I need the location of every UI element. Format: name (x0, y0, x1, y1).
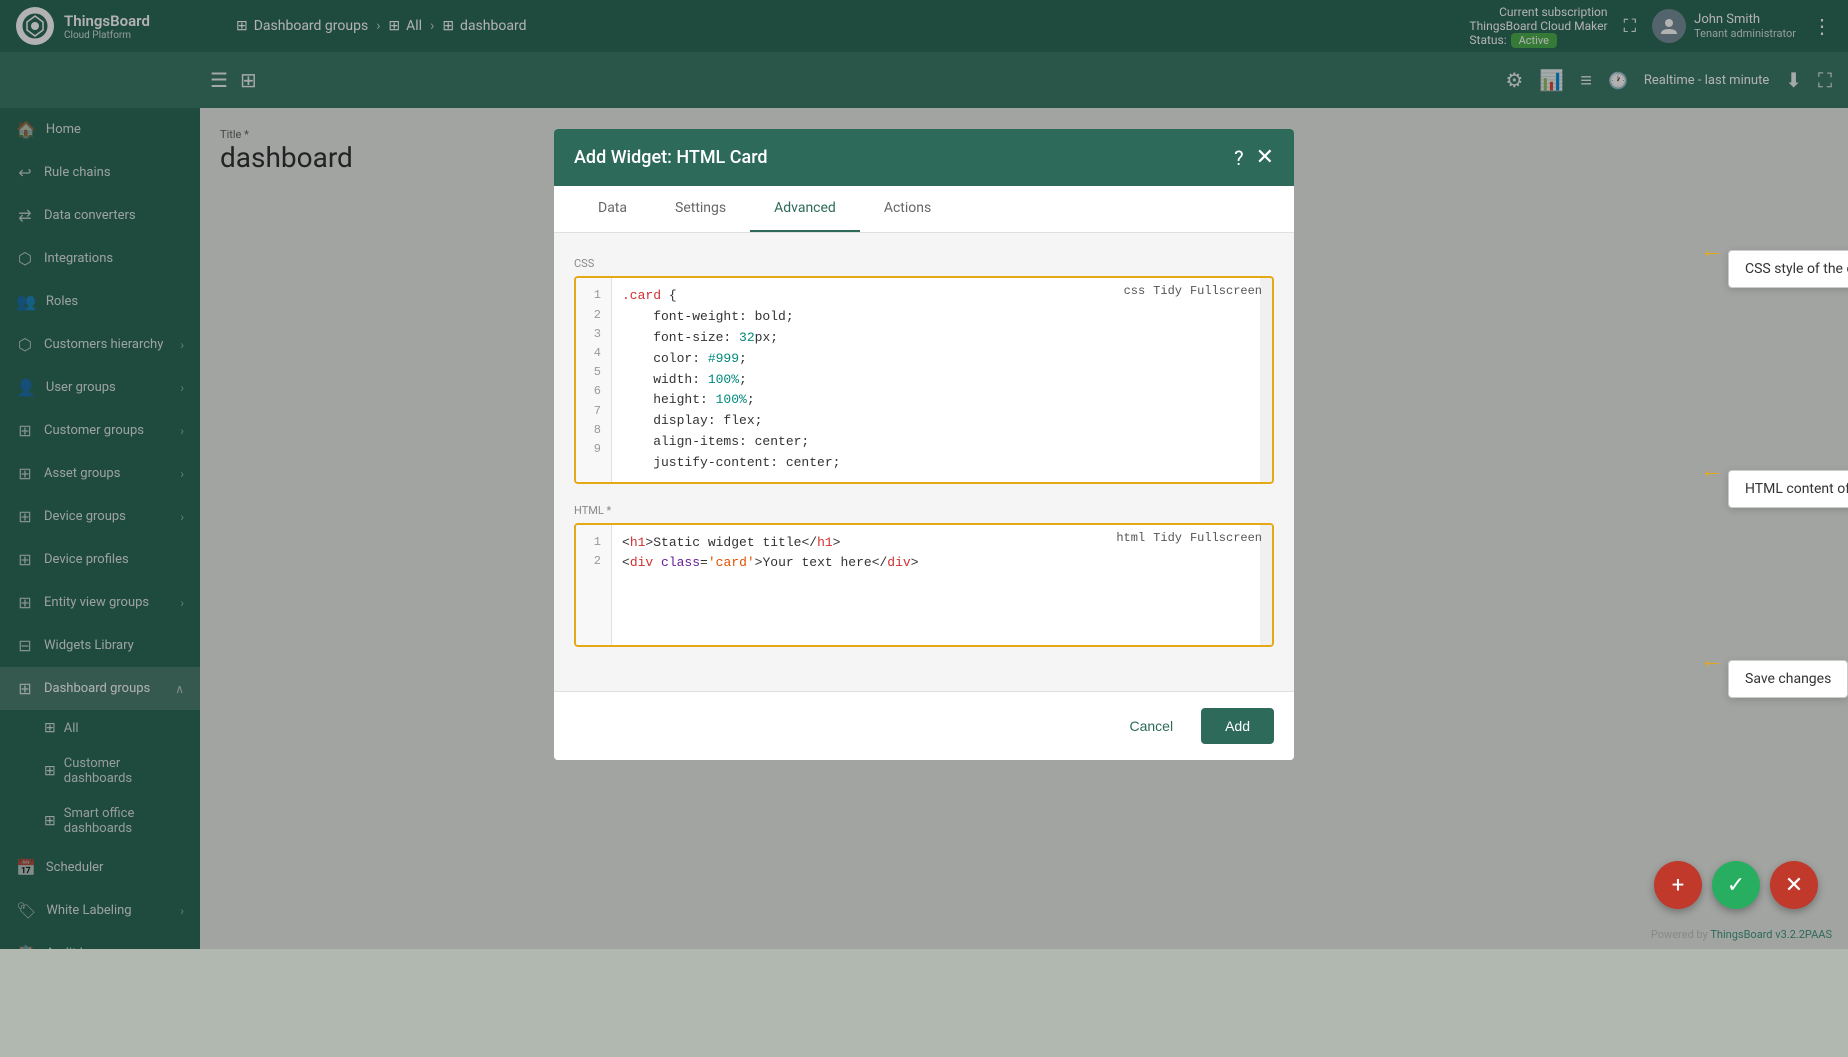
fab-close-button[interactable]: ✕ (1770, 861, 1818, 909)
css-section: CSS 123456789 .card { font-weight: bold;… (574, 257, 1274, 483)
html-editor: 12 <h1>Static widget title</h1> <div cla… (574, 523, 1274, 647)
fab-check-button[interactable]: ✓ (1712, 861, 1760, 909)
html-code-actions: html Tidy Fullscreen (1116, 531, 1262, 545)
modal-footer: Cancel Add (554, 691, 1294, 760)
html-section: HTML * 12 <h1>Static widget title</h1> <… (574, 504, 1274, 647)
powered-by: Powered by ThingsBoard v3.2.2PAAS (1651, 928, 1832, 941)
add-widget-modal: Add Widget: HTML Card ? ✕ Data Settings … (554, 129, 1294, 759)
html-annotation-arrow: ← (1700, 456, 1724, 485)
html-annotation-text: HTML content of the card (1728, 470, 1848, 508)
powered-by-text: Powered by ThingsBoard v3.2.2PAAS (1651, 928, 1832, 941)
modal-header: Add Widget: HTML Card ? ✕ (554, 129, 1294, 186)
fab-add-button[interactable]: + (1654, 861, 1702, 909)
css-scrollbar[interactable] (1260, 278, 1272, 481)
css-editor: 123456789 .card { font-weight: bold; fon… (574, 276, 1274, 483)
html-label: HTML * (574, 504, 1274, 517)
modal-tabs: Data Settings Advanced Actions (554, 186, 1294, 233)
css-code-body: 123456789 .card { font-weight: bold; fon… (576, 278, 1272, 481)
css-tidy-btn[interactable]: Tidy (1153, 284, 1182, 298)
modal-body: CSS 123456789 .card { font-weight: bold;… (554, 233, 1294, 690)
css-code-content[interactable]: .card { font-weight: bold; font-size: 32… (612, 278, 1260, 481)
html-btn[interactable]: html (1116, 531, 1145, 545)
tab-advanced[interactable]: Advanced (750, 186, 860, 232)
html-fullscreen-btn[interactable]: Fullscreen (1190, 531, 1262, 545)
modal-overlay: Add Widget: HTML Card ? ✕ Data Settings … (0, 0, 1848, 949)
tab-settings[interactable]: Settings (651, 186, 750, 232)
tab-data[interactable]: Data (574, 186, 651, 232)
tab-actions[interactable]: Actions (860, 186, 955, 232)
add-button[interactable]: Add (1201, 708, 1274, 744)
cancel-button[interactable]: Cancel (1113, 710, 1189, 742)
modal-header-actions: ? ✕ (1234, 145, 1274, 170)
css-btn[interactable]: css (1124, 284, 1146, 298)
html-tidy-btn[interactable]: Tidy (1153, 531, 1182, 545)
modal-title: Add Widget: HTML Card (574, 147, 768, 168)
save-annotation-text: Save changes (1728, 660, 1848, 698)
css-annotation-arrow: ← (1700, 236, 1724, 265)
modal-close-button[interactable]: ✕ (1256, 145, 1274, 170)
css-code-actions: css Tidy Fullscreen (1124, 284, 1262, 298)
fab-container: + ✓ ✕ (1654, 861, 1818, 909)
css-annotation-text: CSS style of the card (1728, 250, 1848, 288)
help-icon[interactable]: ? (1234, 146, 1243, 170)
save-annotation-arrow: ← (1700, 646, 1724, 675)
html-line-numbers: 12 (576, 525, 612, 645)
css-label: CSS (574, 257, 1274, 270)
css-line-numbers: 123456789 (576, 278, 612, 481)
css-fullscreen-btn[interactable]: Fullscreen (1190, 284, 1262, 298)
powered-by-link[interactable]: ThingsBoard v3.2.2PAAS (1710, 928, 1832, 941)
html-code-body: 12 <h1>Static widget title</h1> <div cla… (576, 525, 1272, 645)
